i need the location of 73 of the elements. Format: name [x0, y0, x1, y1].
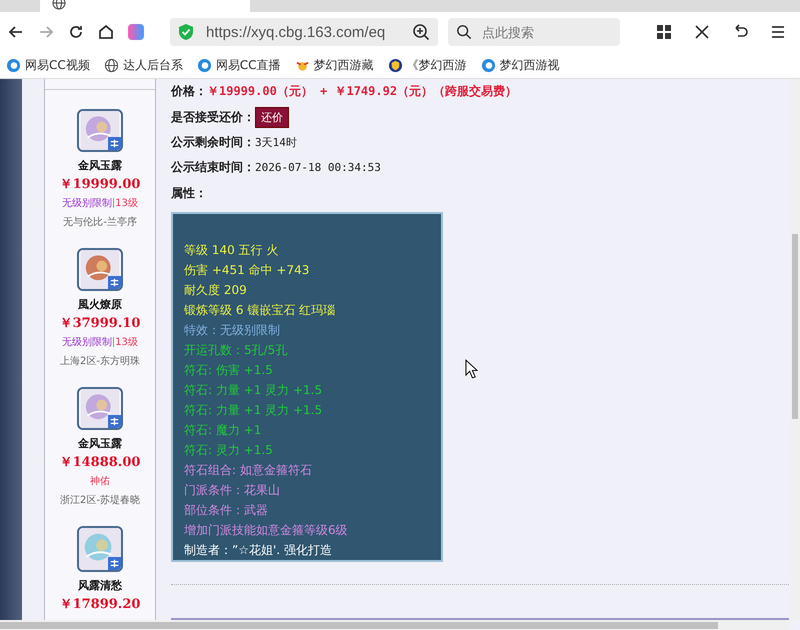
price-value: ￥19999.00（元） + ￥1749.92（元）（跨服交易费）: [207, 83, 518, 100]
item-tag: 无级别限制: [62, 196, 112, 210]
cc-logo-icon: [480, 58, 496, 72]
item-price: ￥17899.20: [60, 596, 140, 613]
item-tag: 13级: [115, 335, 138, 349]
field-label: 价格：: [171, 83, 207, 100]
item-icon[interactable]: [77, 526, 123, 572]
item-name[interactable]: 風火燎原: [78, 297, 122, 312]
item-icon[interactable]: [77, 109, 123, 152]
item-price: ￥37999.10: [60, 315, 140, 332]
bookmark-item[interactable]: 梦幻西游藏: [294, 56, 374, 74]
field-label: 公示剩余时间：: [171, 134, 255, 152]
field-label: 公示结束时间：: [171, 159, 255, 176]
attribute-line: 符石: 魔力 +1: [184, 422, 262, 440]
item-tag: 神佑: [90, 474, 110, 488]
attribute-line: 制造者：”☆花姐'. 强化打造: [184, 542, 333, 560]
bookmark-item[interactable]: 网易CC直播: [196, 56, 281, 74]
home-icon[interactable]: [96, 22, 116, 42]
item-name[interactable]: 金风玉露: [78, 436, 122, 451]
attribute-line: 增加门派技能如意金箍等级6级: [184, 522, 349, 540]
attribute-line: 部位条件：武器: [184, 502, 269, 520]
item-name[interactable]: 风露清愁: [78, 578, 122, 593]
sale-badge-icon: [108, 276, 121, 289]
bookmark-item[interactable]: 网易CC视频: [6, 56, 90, 74]
server-name: 无与伦比-兰亭序: [63, 216, 137, 229]
attribute-line: 符石: 力量 +1 灵力 +1.5: [184, 402, 324, 420]
attribute-line: 门派条件：花果山: [184, 482, 281, 500]
attribute-line: 符石: 伤害 +1.5: [184, 362, 274, 380]
item-name[interactable]: 金风玉露: [78, 158, 122, 173]
ai-icon[interactable]: [126, 22, 146, 42]
attribute-line: 等级 140 五行 火: [184, 242, 280, 260]
server-name: 浙江2区-苏堤春晓: [60, 494, 140, 507]
attribute-line: 伤害 +451 命中 +743: [184, 262, 310, 280]
mouse-cursor-icon: [465, 359, 478, 380]
attribute-line: 耐久度 209: [184, 282, 248, 300]
attribute-line: 符石: 灵力 +1.5: [184, 442, 274, 460]
item-icon[interactable]: [77, 248, 123, 291]
cc-logo-icon: [6, 58, 21, 72]
bookmark-item[interactable]: 达人后台系: [104, 56, 183, 74]
attribute-line: 符石: 力量 +1 灵力 +1.5: [184, 382, 324, 400]
zoom-icon[interactable]: [412, 23, 430, 41]
sale-badge-icon: [108, 557, 121, 570]
horizontal-scrollbar[interactable]: [0, 620, 790, 630]
item-icon[interactable]: [77, 387, 123, 430]
field-label: 属性：: [171, 184, 207, 202]
address-bar[interactable]: https://xyq.cbg.163.com/eq: [170, 18, 438, 46]
attribute-line: 符石组合: 如意金箍符石: [184, 462, 313, 480]
globe-icon: [52, 0, 66, 10]
attribute-line: 锻炼等级 6 镶嵌宝石 红玛瑙: [184, 302, 336, 320]
grid-icon[interactable]: [654, 22, 674, 42]
attribute-line: 特效：无级别限制: [184, 322, 281, 340]
search-field[interactable]: 点此搜索: [480, 24, 604, 40]
shield-icon: [178, 23, 194, 41]
field-label: 是否接受还价：: [171, 108, 255, 126]
item-price: ￥19999.00: [60, 176, 140, 193]
globe-icon: [104, 58, 119, 72]
field-value: 2026-07-18 00:34:53: [255, 161, 381, 174]
search-bar[interactable]: 点此搜索: [448, 18, 620, 46]
attribute-line: 开运孔数：5孔/5孔: [184, 342, 288, 360]
item-tag: 无级别限制: [62, 335, 112, 349]
field-value: 3天14时: [255, 135, 297, 150]
shield-icon: [388, 58, 403, 72]
bookmark-item[interactable]: 《梦幻西游: [388, 56, 467, 74]
search-icon: [456, 24, 472, 40]
vertical-scrollbar[interactable]: [790, 79, 800, 620]
bargain-button[interactable]: 还价: [255, 106, 289, 128]
cc-logo-icon: [196, 58, 212, 72]
server-name: 上海2区-东方明珠: [60, 354, 140, 368]
sale-badge-icon: [108, 415, 121, 428]
bookmark-item[interactable]: 梦幻西游视: [480, 56, 560, 74]
item-price: ￥14888.00: [60, 454, 140, 471]
item-tag: 13级: [115, 196, 138, 210]
sale-badge-icon: [108, 137, 121, 150]
